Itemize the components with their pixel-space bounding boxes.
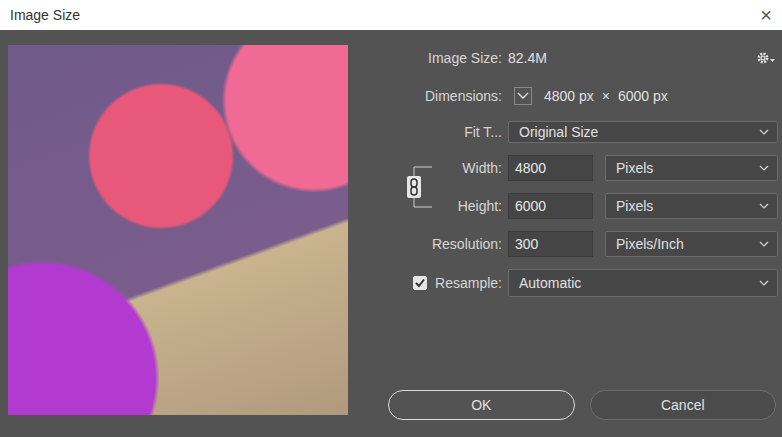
field-row: 300 Pixels/Inch xyxy=(508,231,778,257)
field-input[interactable]: 300 xyxy=(508,231,593,257)
dimensions-separator: × xyxy=(602,88,610,104)
chevron-down-icon xyxy=(517,92,529,100)
image-size-row: 82.4M xyxy=(508,45,778,71)
check-icon xyxy=(414,277,426,289)
field-row: 6000 Pixels xyxy=(508,193,778,219)
fit-to-label: Fit T... xyxy=(348,121,502,143)
field-label: Resolution: xyxy=(348,231,502,257)
field-input[interactable]: 4800 xyxy=(508,155,593,181)
resample-label: Resample: xyxy=(435,275,502,291)
unit-dropdown[interactable]: Pixels xyxy=(605,193,778,219)
unit-value: Pixels xyxy=(616,160,653,176)
field-label: Width: xyxy=(432,155,502,181)
close-button[interactable]: × xyxy=(760,5,772,25)
ok-button[interactable]: OK xyxy=(388,390,575,420)
title-bar: Image Size × xyxy=(0,0,782,30)
dialog-body: Image Size: 82.4M Dimensions: 4800 px × … xyxy=(0,30,782,437)
window-title: Image Size xyxy=(10,7,80,23)
resample-checkbox[interactable] xyxy=(413,276,427,290)
dimensions-height: 6000 px xyxy=(618,88,668,104)
dimensions-toggle[interactable] xyxy=(514,87,532,105)
constrain-link-icon[interactable] xyxy=(406,155,432,219)
cancel-button[interactable]: Cancel xyxy=(590,390,777,420)
chevron-down-icon xyxy=(759,129,769,135)
settings-panel: Image Size: 82.4M Dimensions: 4800 px × … xyxy=(348,45,782,420)
dimensions-width: 4800 px xyxy=(544,88,594,104)
unit-value: Pixels/Inch xyxy=(616,236,684,252)
gear-icon[interactable] xyxy=(756,51,776,65)
fit-to-value: Original Size xyxy=(519,124,598,140)
fit-to-row: Original Size xyxy=(508,121,778,143)
unit-value: Pixels xyxy=(616,198,653,214)
resample-value: Automatic xyxy=(519,275,581,291)
field-label: Height: xyxy=(432,193,502,219)
dimensions-label: Dimensions: xyxy=(348,83,502,109)
dimensions-row: 4800 px × 6000 px xyxy=(508,83,778,109)
image-size-label: Image Size: xyxy=(348,45,502,71)
button-row: OK Cancel xyxy=(388,390,776,420)
chevron-down-icon xyxy=(759,203,769,209)
chevron-down-icon xyxy=(759,241,769,247)
resample-dropdown[interactable]: Automatic xyxy=(508,269,778,297)
resample-row: Automatic xyxy=(508,269,778,297)
chevron-down-icon xyxy=(759,165,769,171)
fit-to-dropdown[interactable]: Original Size xyxy=(508,121,778,143)
chevron-down-icon xyxy=(759,280,769,286)
field-input[interactable]: 6000 xyxy=(508,193,593,219)
resample-label-group: Resample: xyxy=(348,269,502,297)
image-size-value: 82.4M xyxy=(508,50,547,66)
image-preview[interactable] xyxy=(8,45,348,415)
unit-dropdown[interactable]: Pixels xyxy=(605,155,778,181)
field-row: 4800 Pixels xyxy=(508,155,778,181)
unit-dropdown[interactable]: Pixels/Inch xyxy=(605,231,778,257)
settings-grid: Image Size: 82.4M Dimensions: 4800 px × … xyxy=(348,45,778,297)
image-size-dialog: Image Size × Image Size: 82.4M Dimension… xyxy=(0,0,782,437)
